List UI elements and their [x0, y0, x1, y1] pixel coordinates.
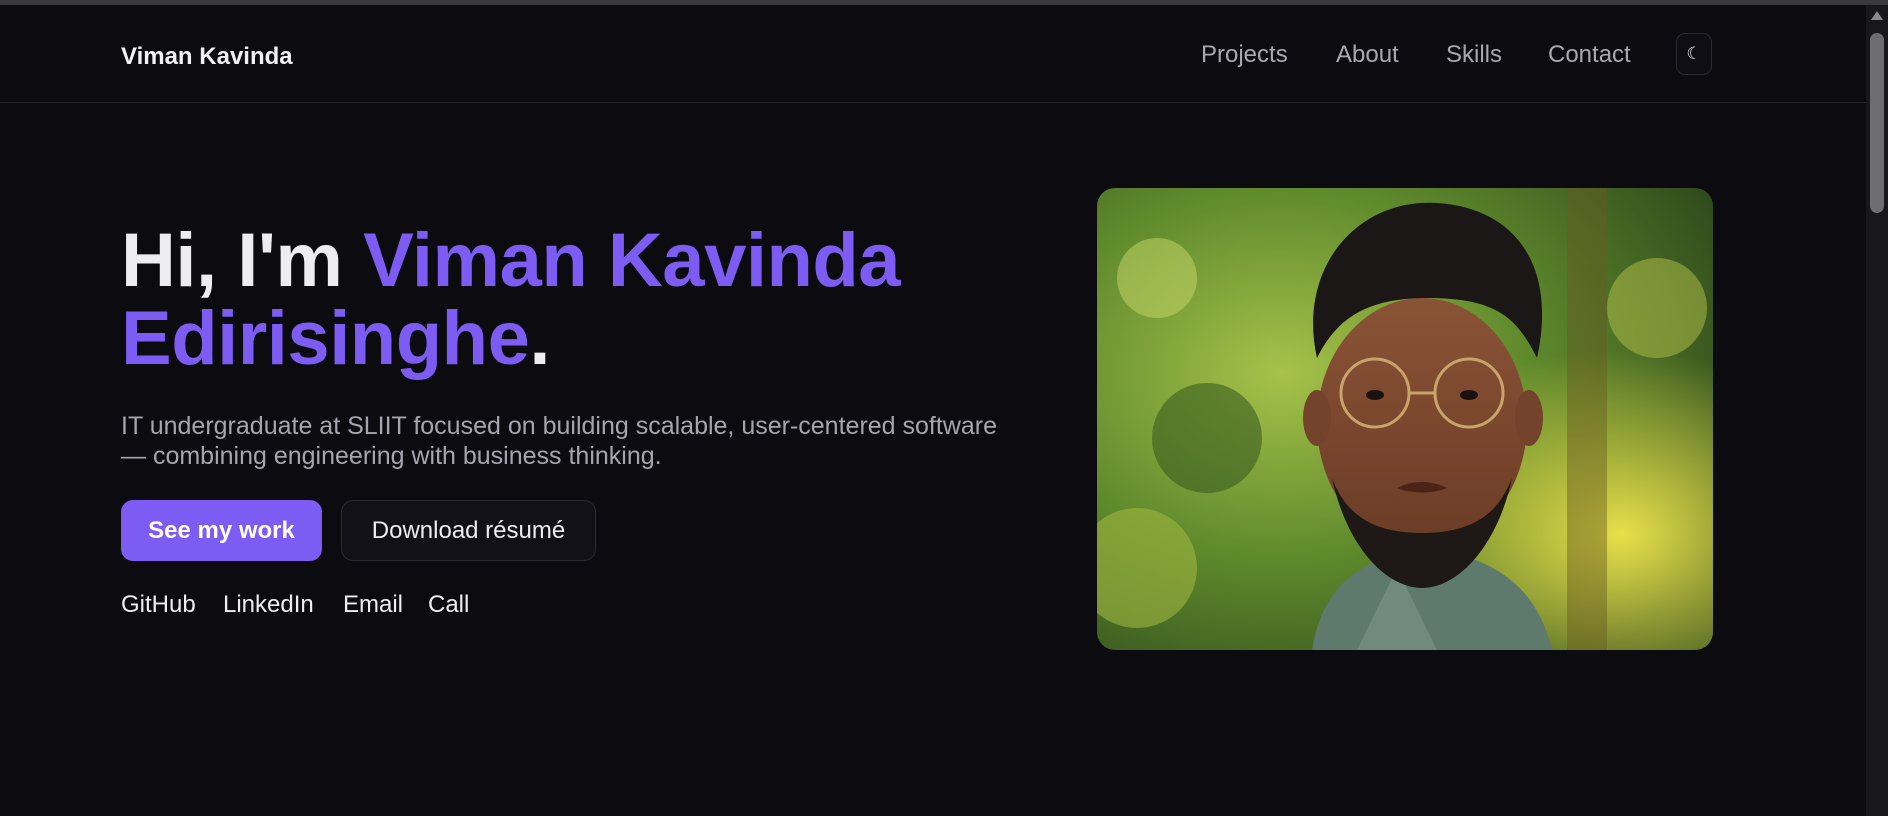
hero-subtitle: IT undergraduate at SLIIT focused on bui…: [121, 412, 998, 470]
download-resume-button[interactable]: Download résumé: [341, 500, 596, 561]
see-my-work-button[interactable]: See my work: [121, 500, 322, 561]
scrollbar-thumb[interactable]: [1870, 33, 1884, 213]
hero-title-prefix: Hi, I'm: [121, 218, 364, 303]
moon-icon: ☾: [1686, 44, 1702, 63]
link-email[interactable]: Email: [343, 591, 403, 619]
nav-about[interactable]: About: [1336, 41, 1399, 69]
nav-skills[interactable]: Skills: [1446, 41, 1502, 69]
hero-title: Hi, I'm Viman Kavinda Edirisinghe.: [121, 222, 1021, 378]
profile-photo: [1097, 188, 1713, 650]
scroll-up-arrow-icon[interactable]: [1871, 11, 1883, 20]
link-call[interactable]: Call: [428, 591, 469, 619]
hero-name-line1: Viman Kavinda: [363, 218, 901, 303]
link-github[interactable]: GitHub: [121, 591, 196, 619]
theme-toggle-button[interactable]: ☾: [1676, 33, 1712, 75]
nav-contact[interactable]: Contact: [1548, 41, 1631, 69]
hero-name-line2: Edirisinghe: [121, 296, 530, 381]
link-linkedin[interactable]: LinkedIn: [223, 591, 314, 619]
site-header: Viman Kavinda Projects About Skills Cont…: [0, 5, 1866, 103]
page-scrollbar[interactable]: [1866, 5, 1888, 816]
nav-projects[interactable]: Projects: [1201, 41, 1288, 69]
hero-title-period: .: [529, 296, 550, 381]
brand-logo-text[interactable]: Viman Kavinda: [121, 43, 293, 71]
